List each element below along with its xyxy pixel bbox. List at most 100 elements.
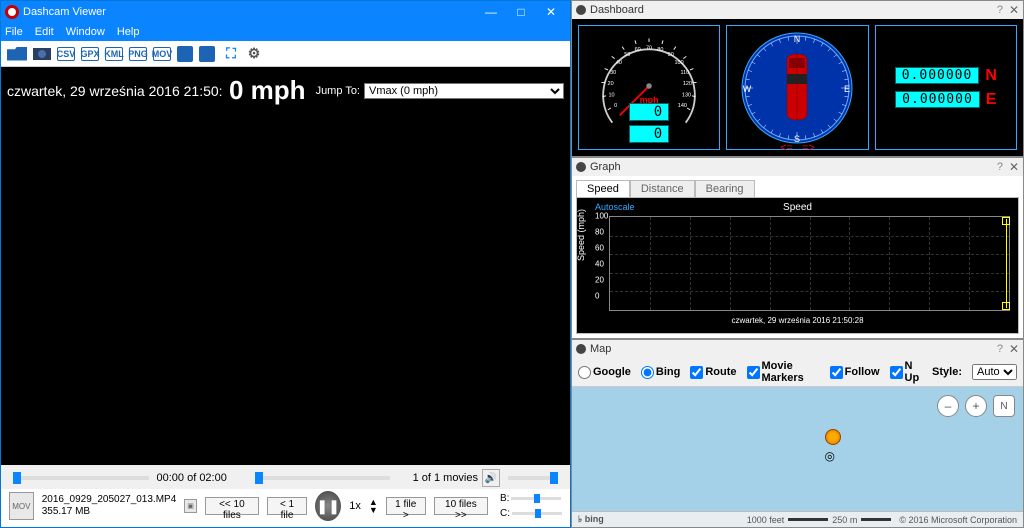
play-pause-button[interactable]: ❚❚	[315, 491, 341, 521]
back-1-file-button[interactable]: < 1 file	[267, 497, 307, 515]
minimize-button[interactable]: —	[476, 1, 506, 23]
tab-speed[interactable]: Speed	[576, 180, 630, 198]
latitude-lcd: 0.000000	[895, 67, 980, 84]
scale-feet: 1000 feet	[747, 515, 785, 525]
close-button[interactable]: ✕	[536, 1, 566, 23]
main-window: Dashcam Viewer — □ ✕ File Edit Window He…	[0, 0, 571, 528]
route-checkbox[interactable]: Route	[690, 366, 736, 379]
movie-slider[interactable]	[255, 476, 391, 480]
speed-trace	[1006, 219, 1007, 308]
audio-icon[interactable]: 🔊	[482, 469, 500, 487]
distance-lcd: 0	[629, 125, 669, 143]
playback-rate: 1x	[349, 500, 361, 512]
svg-text:50: 50	[624, 52, 630, 58]
chart-area[interactable]: Autoscale Speed Speed (mph) 100 80 60 40…	[576, 197, 1019, 334]
svg-text:E: E	[844, 84, 850, 94]
svg-text:100: 100	[675, 59, 684, 65]
chart-title: Speed	[783, 202, 812, 213]
dashboard-help-button[interactable]: ?	[997, 4, 1003, 16]
settings-icon[interactable]: ⚙	[245, 45, 263, 63]
dashboard-close-button[interactable]: ✕	[1009, 3, 1019, 17]
export-gpx-button[interactable]: GPX	[81, 47, 99, 61]
map-help-button[interactable]: ?	[997, 343, 1003, 355]
style-select[interactable]: Auto	[972, 364, 1017, 380]
toolbar: CSV GPX KML PNG MOV ⛶ ⚙	[1, 41, 570, 67]
dashboard-title: Dashboard	[590, 4, 644, 16]
current-filesize: 355.17 MB	[42, 506, 177, 518]
x-axis-label: czwartek, 29 września 2016 21:50:28	[731, 316, 863, 325]
transport-controls: 00:00 of 02:00 1 of 1 movies 🔊	[1, 465, 570, 489]
tool-icon-2[interactable]	[199, 46, 215, 62]
menu-edit[interactable]: Edit	[35, 26, 54, 38]
jump-to-select[interactable]: Vmax (0 mph)	[364, 83, 564, 99]
graph-tabs: Speed Distance Bearing	[576, 180, 1019, 198]
autoscale-button[interactable]: Autoscale	[595, 202, 635, 212]
map-title: Map	[590, 343, 611, 355]
export-mov-button[interactable]: MOV	[153, 47, 171, 61]
export-png-button[interactable]: PNG	[129, 47, 147, 61]
position-slider[interactable]	[13, 476, 149, 480]
svg-text:140: 140	[678, 103, 687, 109]
svg-text:20: 20	[608, 80, 614, 86]
graph-close-button[interactable]: ✕	[1009, 160, 1019, 174]
svg-text:30: 30	[610, 69, 616, 75]
zoom-in-button[interactable]: +	[965, 395, 987, 417]
menu-window[interactable]: Window	[66, 26, 105, 38]
menubar: File Edit Window Help	[1, 23, 570, 41]
video-viewport[interactable]: czwartek, 29 września 2016 21:50: 0 mph …	[1, 67, 570, 465]
tab-bearing[interactable]: Bearing	[695, 180, 755, 198]
movie-markers-checkbox[interactable]: Movie Markers	[747, 360, 820, 384]
export-csv-button[interactable]: CSV	[57, 47, 75, 61]
maximize-button[interactable]: □	[506, 1, 536, 23]
app-icon	[5, 5, 19, 19]
longitude-lcd: 0.000000	[895, 91, 980, 108]
graph-help-button[interactable]: ?	[997, 161, 1003, 173]
speedometer: 0102030405060708090100110120130140 mph 0…	[578, 25, 720, 150]
volume-slider[interactable]	[508, 476, 558, 480]
tool-icon-1[interactable]	[177, 46, 193, 62]
svg-text:10: 10	[609, 92, 615, 98]
provider-bing-radio[interactable]: Bing	[641, 366, 680, 379]
open-folder-icon[interactable]	[7, 47, 27, 61]
map-canvas[interactable]: – + N ♭ bing 1000 feet 250 m © 2016 Micr…	[572, 387, 1023, 527]
svg-text:70: 70	[646, 45, 652, 51]
export-kml-button[interactable]: KML	[105, 47, 123, 61]
menu-help[interactable]: Help	[117, 26, 140, 38]
follow-checkbox[interactable]: Follow	[830, 366, 880, 379]
north-indicator[interactable]: N	[993, 395, 1015, 417]
back-10-files-button[interactable]: << 10 files	[205, 497, 259, 515]
map-attribution: ♭ bing 1000 feet 250 m © 2016 Microsoft …	[572, 511, 1023, 527]
main-titlebar: Dashcam Viewer — □ ✕	[1, 1, 570, 23]
longitude-dir: E	[986, 91, 997, 109]
svg-text:W: W	[743, 84, 752, 94]
time-display: 00:00 of 02:00	[157, 472, 247, 484]
graph-panel: Graph ? ✕ Speed Distance Bearing Autosca…	[571, 157, 1024, 339]
map-options-bar: Google Bing Route Movie Markers Follow N…	[572, 358, 1023, 387]
dashboard-arrows[interactable]: <= =>	[780, 142, 815, 154]
file-controls: MOV 2016_0929_205027_013.MP4 355.17 MB ▣…	[1, 489, 570, 527]
svg-text:90: 90	[668, 52, 674, 58]
rate-up-down-icon[interactable]: ▲▼	[369, 498, 378, 514]
fwd-10-files-button[interactable]: 10 files >>	[434, 497, 488, 515]
map-copyright: © 2016 Microsoft Corporation	[899, 515, 1017, 525]
n-up-checkbox[interactable]: N Up	[890, 360, 923, 384]
svg-text:130: 130	[682, 92, 691, 98]
zoom-out-button[interactable]: –	[937, 395, 959, 417]
jump-to-label: Jump To:	[316, 85, 360, 97]
tab-distance[interactable]: Distance	[630, 180, 695, 198]
provider-google-radio[interactable]: Google	[578, 366, 631, 379]
map-close-button[interactable]: ✕	[1009, 342, 1019, 356]
menu-file[interactable]: File	[5, 26, 23, 38]
svg-text:80: 80	[657, 47, 663, 53]
graph-icon	[576, 162, 586, 172]
camera-icon[interactable]	[33, 48, 51, 60]
file-thumb-icon[interactable]: MOV	[9, 492, 34, 520]
codec-icon[interactable]: ▣	[184, 499, 196, 513]
expand-icon[interactable]: ⛶	[221, 45, 239, 63]
fwd-1-file-button[interactable]: 1 file >	[386, 497, 426, 515]
contrast-slider[interactable]	[512, 512, 562, 515]
brightness-slider[interactable]	[511, 497, 561, 500]
contrast-label: C:	[500, 508, 510, 519]
graph-title: Graph	[590, 161, 621, 173]
svg-text:40: 40	[616, 59, 622, 65]
